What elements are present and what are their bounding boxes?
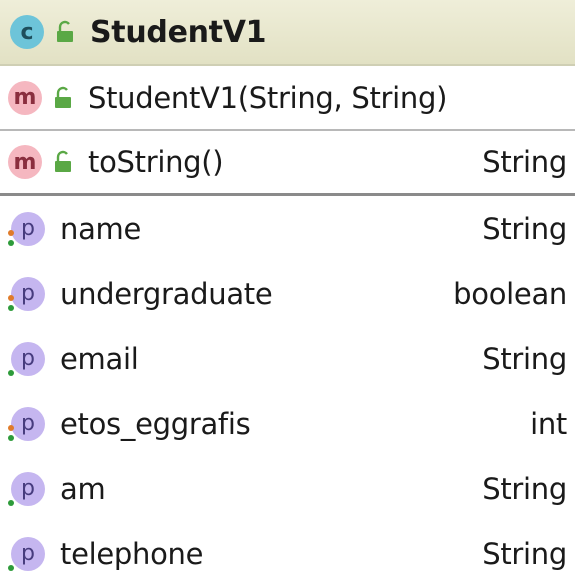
field-type: int [530,406,567,441]
field-row-telephone[interactable]: p telephone String [0,521,575,586]
property-p-icon: p [8,404,48,444]
property-p-icon: p [8,274,48,314]
field-name: undergraduate [60,276,273,311]
property-p-icon: p [8,534,48,574]
field-row-am[interactable]: p am String [0,456,575,521]
class-c-icon: c [10,15,44,49]
field-name: email [60,341,139,376]
public-lock-icon [50,83,76,113]
method-signature: toString() [88,145,224,179]
field-name: etos_eggrafis [60,406,251,441]
constructor-row[interactable]: m StudentV1(String, String) [0,66,575,131]
field-type: String [482,211,567,246]
field-type: String [482,341,567,376]
field-name: name [60,211,142,246]
field-name: am [60,471,106,506]
public-lock-icon [52,17,78,47]
method-m-icon: m [8,145,42,179]
field-type: String [482,536,567,571]
field-row-etos-eggrafis[interactable]: p etos_eggrafis int [0,391,575,456]
field-row-email[interactable]: p email String [0,326,575,391]
property-p-icon: p [8,339,48,379]
method-return-type: String [482,145,567,179]
field-type: boolean [453,276,567,311]
property-p-icon: p [8,209,48,249]
field-type: String [482,471,567,506]
class-header[interactable]: c StudentV1 [0,0,575,66]
uml-class-diagram: c StudentV1 m StudentV1(String, String) … [0,0,575,586]
property-p-icon: p [8,469,48,509]
field-row-undergraduate[interactable]: p undergraduate boolean [0,261,575,326]
method-m-icon: m [8,80,42,115]
field-name: telephone [60,536,204,571]
constructor-signature: StudentV1(String, String) [88,80,448,115]
method-row-tostring[interactable]: m toString() String [0,131,575,196]
field-row-name[interactable]: p name String [0,196,575,261]
public-lock-icon [50,147,76,177]
class-name: StudentV1 [90,14,267,50]
